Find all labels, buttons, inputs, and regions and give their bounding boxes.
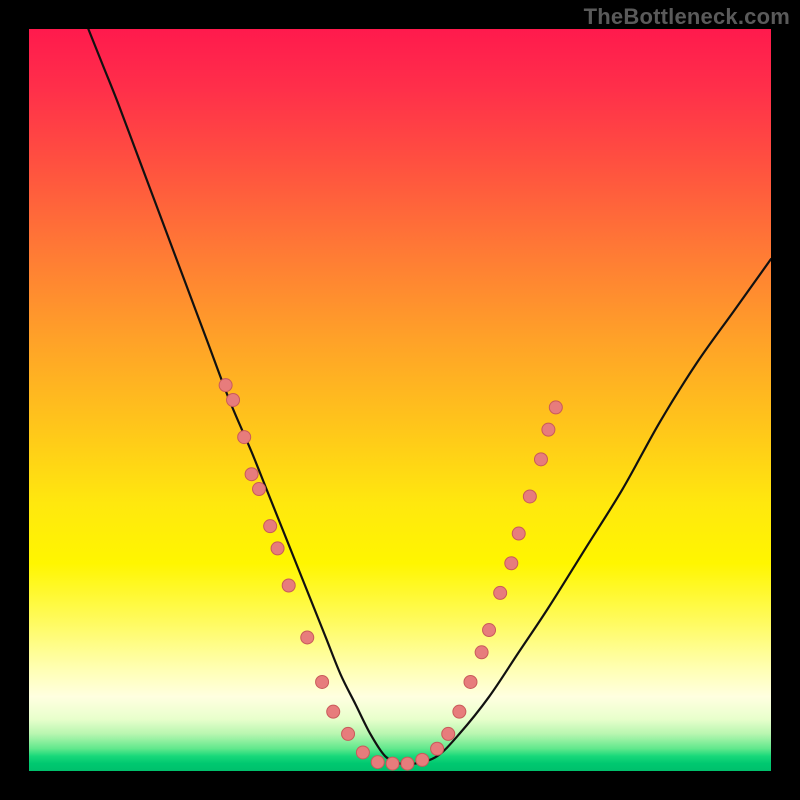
curve-marker <box>453 705 466 718</box>
curve-marker <box>523 490 536 503</box>
curve-marker <box>327 705 340 718</box>
curve-marker <box>542 423 555 436</box>
curve-marker <box>264 520 277 533</box>
curve-layer <box>29 29 771 771</box>
curve-marker <box>219 379 232 392</box>
chart-stage: TheBottleneck.com <box>0 0 800 800</box>
curve-marker <box>238 431 251 444</box>
curve-marker <box>342 727 355 740</box>
curve-marker <box>505 557 518 570</box>
curve-marker <box>494 586 507 599</box>
curve-marker <box>282 579 295 592</box>
curve-marker <box>356 746 369 759</box>
curve-marker <box>386 757 399 770</box>
bottleneck-curve <box>88 29 771 765</box>
curve-marker <box>245 468 258 481</box>
curve-marker <box>483 624 496 637</box>
curve-marker <box>227 394 240 407</box>
curve-marker <box>371 756 384 769</box>
curve-marker <box>301 631 314 644</box>
curve-marker <box>442 727 455 740</box>
watermark-text: TheBottleneck.com <box>584 4 790 30</box>
curve-marker <box>416 753 429 766</box>
curve-marker <box>475 646 488 659</box>
curve-markers <box>219 379 562 770</box>
curve-marker <box>401 757 414 770</box>
plot-area <box>29 29 771 771</box>
curve-marker <box>512 527 525 540</box>
curve-marker <box>316 675 329 688</box>
curve-marker <box>464 675 477 688</box>
curve-marker <box>549 401 562 414</box>
curve-marker <box>253 483 266 496</box>
curve-marker <box>534 453 547 466</box>
curve-marker <box>271 542 284 555</box>
curve-marker <box>431 742 444 755</box>
